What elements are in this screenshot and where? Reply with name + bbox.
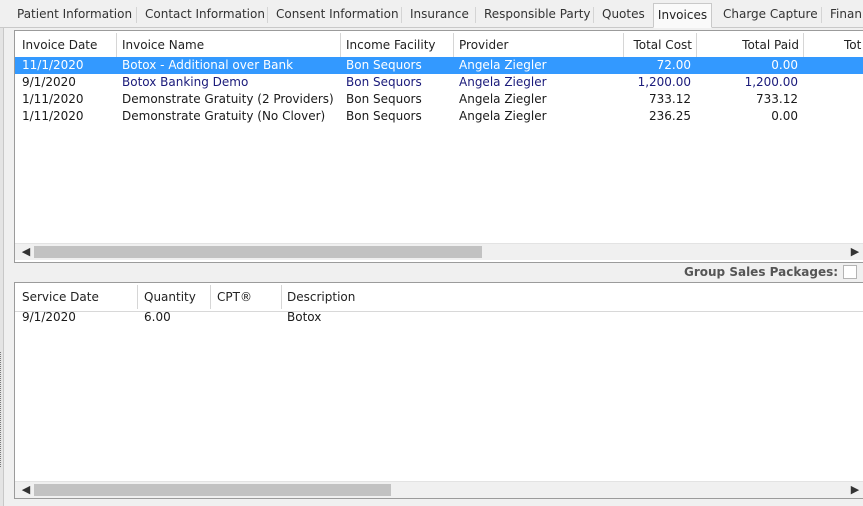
column-divider[interactable] <box>137 285 138 309</box>
quantity-cell: 6.00 <box>144 310 171 324</box>
income-facility-cell: Bon Sequors <box>346 92 422 106</box>
scroll-right-icon[interactable]: ▶ <box>847 482 863 498</box>
column-divider[interactable] <box>116 33 117 57</box>
column-header-invoice-date[interactable]: Invoice Date <box>22 31 97 59</box>
invoice-date-cell: 1/11/2020 <box>22 92 84 106</box>
invoice-date-cell: 1/11/2020 <box>22 109 84 123</box>
invoice-date-cell: 11/1/2020 <box>22 58 84 72</box>
column-header-provider[interactable]: Provider <box>459 31 508 59</box>
column-divider[interactable] <box>623 33 624 57</box>
provider-cell: Angela Ziegler <box>459 109 547 123</box>
splitter-grip[interactable] <box>0 352 4 467</box>
tab-separator <box>401 7 402 23</box>
tab-bar: Patient Information Contact Information … <box>0 0 863 28</box>
invoice-name-cell[interactable]: Botox - Additional over Bank <box>122 57 293 74</box>
invoice-date-cell: 9/1/2020 <box>22 75 76 89</box>
total-cost-cell: 72.00 <box>656 58 691 72</box>
tab-financial[interactable]: Finan <box>830 3 862 26</box>
column-divider[interactable] <box>281 285 282 309</box>
column-header-description[interactable]: Description <box>287 283 355 311</box>
income-facility-cell: Bon Sequors <box>346 58 422 72</box>
scrollbar-thumb[interactable] <box>34 246 482 258</box>
provider-cell: Angela Ziegler <box>459 75 547 89</box>
column-header-invoice-name[interactable]: Invoice Name <box>122 31 204 59</box>
tab-separator <box>267 7 268 23</box>
column-header-total-paid[interactable]: Total Paid <box>705 31 799 59</box>
tab-invoices[interactable]: Invoices <box>653 3 712 28</box>
column-header-total-truncated[interactable]: Tot <box>844 31 861 59</box>
scroll-right-icon[interactable]: ▶ <box>847 244 863 260</box>
income-facility-cell: Bon Sequors <box>346 75 422 89</box>
scrollbar-thumb[interactable] <box>34 484 391 496</box>
group-sales-packages-label: Group Sales Packages: <box>684 265 839 279</box>
invoice-row[interactable]: 1/11/2020 Demonstrate Gratuity (No Clove… <box>15 108 863 125</box>
tab-responsible-party[interactable]: Responsible Party <box>484 3 591 26</box>
invoice-row[interactable]: 11/1/2020 Botox - Additional over Bank B… <box>15 57 863 74</box>
income-facility-cell: Bon Sequors <box>346 109 422 123</box>
provider-cell: Angela Ziegler <box>459 92 547 106</box>
services-grid: Service Date Quantity CPT® Description 9… <box>14 282 863 499</box>
total-cost-cell: 733.12 <box>649 92 691 106</box>
column-divider[interactable] <box>803 33 804 57</box>
invoices-grid: Invoice Date Invoice Name Income Facilit… <box>14 30 863 263</box>
column-divider[interactable] <box>453 33 454 57</box>
total-paid-cell: 0.00 <box>771 109 798 123</box>
tab-separator <box>475 7 476 23</box>
tab-contact-information[interactable]: Contact Information <box>145 3 265 26</box>
total-cost-cell: 1,200.00 <box>637 75 691 89</box>
column-header-cpt[interactable]: CPT® <box>217 283 252 311</box>
column-header-service-date[interactable]: Service Date <box>22 283 99 311</box>
provider-cell: Angela Ziegler <box>459 58 547 72</box>
services-horizontal-scrollbar[interactable]: ◀ ▶ <box>15 481 863 498</box>
tab-charge-capture[interactable]: Charge Capture <box>723 3 818 26</box>
total-paid-cell: 0.00 <box>771 58 798 72</box>
total-paid-cell: 1,200.00 <box>744 75 798 89</box>
column-header-income-facility[interactable]: Income Facility <box>346 31 436 59</box>
column-header-quantity[interactable]: Quantity <box>144 283 196 311</box>
tab-separator <box>593 7 594 23</box>
invoice-name-cell[interactable]: Demonstrate Gratuity (No Clover) <box>122 108 325 125</box>
tab-quotes[interactable]: Quotes <box>602 3 645 26</box>
invoice-name-cell[interactable]: Botox Banking Demo <box>122 74 248 91</box>
scroll-left-icon[interactable]: ◀ <box>18 482 34 498</box>
invoice-row[interactable]: 1/11/2020 Demonstrate Gratuity (2 Provid… <box>15 91 863 108</box>
invoice-name-cell[interactable]: Demonstrate Gratuity (2 Providers) <box>122 91 334 108</box>
tab-insurance[interactable]: Insurance <box>410 3 469 26</box>
tab-patient-information[interactable]: Patient Information <box>17 3 132 26</box>
tab-separator <box>821 7 822 23</box>
column-divider[interactable] <box>696 33 697 57</box>
invoices-horizontal-scrollbar[interactable]: ◀ ▶ <box>15 243 863 260</box>
service-date-cell: 9/1/2020 <box>22 310 76 324</box>
column-divider[interactable] <box>340 33 341 57</box>
column-header-total-cost[interactable]: Total Cost <box>625 31 692 59</box>
tab-separator <box>136 7 137 23</box>
service-row[interactable]: 9/1/2020 6.00 Botox <box>15 309 863 326</box>
invoice-row[interactable]: 9/1/2020 Botox Banking Demo Bon Sequors … <box>15 74 863 91</box>
scroll-left-icon[interactable]: ◀ <box>18 244 34 260</box>
services-header-row: Service Date Quantity CPT® Description <box>15 283 863 312</box>
column-divider[interactable] <box>210 285 211 309</box>
description-cell: Botox <box>287 310 322 324</box>
total-paid-cell: 733.12 <box>756 92 798 106</box>
invoices-header-row: Invoice Date Invoice Name Income Facilit… <box>15 31 863 60</box>
total-cost-cell: 236.25 <box>649 109 691 123</box>
tab-consent-information[interactable]: Consent Information <box>276 3 399 26</box>
group-sales-packages-checkbox[interactable] <box>843 265 857 279</box>
